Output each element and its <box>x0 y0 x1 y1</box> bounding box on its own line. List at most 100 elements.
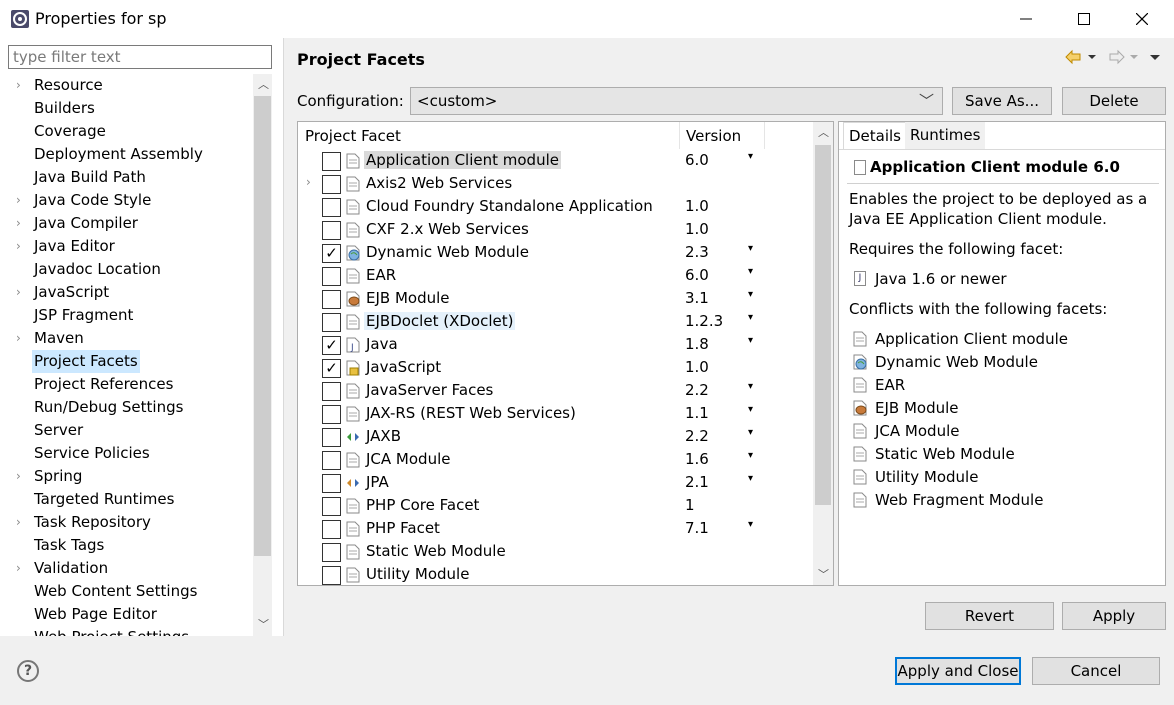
facet-checkbox[interactable] <box>322 451 341 470</box>
facet-row[interactable]: JAX-RS (REST Web Services) 1.1 ▾ <box>298 402 813 425</box>
chevron-right-icon[interactable]: › <box>16 557 26 580</box>
facet-row[interactable]: Application Client module 6.0 ▾ <box>298 149 813 172</box>
tree-item[interactable]: Targeted Runtimes <box>8 488 253 511</box>
version-dropdown-icon[interactable]: ▾ <box>748 473 753 484</box>
chevron-right-icon[interactable]: › <box>16 511 26 534</box>
facet-row[interactable]: Cloud Foundry Standalone Application 1.0 <box>298 195 813 218</box>
facet-checkbox[interactable] <box>322 474 341 493</box>
delete-button[interactable]: Delete <box>1062 87 1166 115</box>
facet-row[interactable]: ✓ Dynamic Web Module 2.3 ▾ <box>298 241 813 264</box>
facet-row[interactable]: CXF 2.x Web Services 1.0 <box>298 218 813 241</box>
tab-runtimes[interactable]: Runtimes <box>905 122 986 149</box>
facet-version[interactable]: 2.2 <box>685 381 709 399</box>
facet-row[interactable]: EJB Module 3.1 ▾ <box>298 287 813 310</box>
version-dropdown-icon[interactable]: ▾ <box>748 404 753 415</box>
tree-item[interactable]: Java Build Path <box>8 166 253 189</box>
chevron-right-icon[interactable]: › <box>16 465 26 488</box>
tree-item[interactable]: Builders <box>8 97 253 120</box>
facet-checkbox[interactable] <box>322 520 341 539</box>
tree-item[interactable]: › Resource <box>8 74 253 97</box>
facet-version[interactable]: 2.3 <box>685 243 709 261</box>
facet-version[interactable]: 1.6 <box>685 450 709 468</box>
facet-row[interactable]: ✓ JavaScript 1.0 <box>298 356 813 379</box>
facet-row[interactable]: PHP Core Facet 1 <box>298 494 813 517</box>
save-as-button[interactable]: Save As... <box>952 87 1052 115</box>
facet-checkbox[interactable] <box>322 198 341 217</box>
facet-version[interactable]: 1.1 <box>685 404 709 422</box>
facet-row[interactable]: Static Web Module <box>298 540 813 563</box>
facet-row[interactable]: JPA 2.1 ▾ <box>298 471 813 494</box>
facet-checkbox[interactable] <box>322 382 341 401</box>
forward-arrow-icon[interactable] <box>1109 49 1125 65</box>
help-icon[interactable]: ? <box>17 660 39 682</box>
facet-checkbox-checked[interactable]: ✓ <box>322 359 341 378</box>
scroll-down-icon[interactable]: ﹀ <box>818 566 829 582</box>
facet-version[interactable]: 1.8 <box>685 335 709 353</box>
facet-row[interactable]: ✓ J Java 1.8 ▾ <box>298 333 813 356</box>
facet-version[interactable]: 3.1 <box>685 289 709 307</box>
scroll-up-icon[interactable]: ︿ <box>258 76 269 92</box>
tree-scroll-thumb[interactable] <box>254 96 271 556</box>
facet-row[interactable]: Utility Module <box>298 563 813 585</box>
apply-and-close-button[interactable]: Apply and Close <box>895 657 1021 685</box>
close-button[interactable] <box>1113 0 1171 38</box>
facet-version[interactable]: 1.2.3 <box>685 312 723 330</box>
tree-item[interactable]: JSP Fragment <box>8 304 253 327</box>
version-dropdown-icon[interactable]: ▾ <box>748 335 753 346</box>
facet-checkbox[interactable] <box>322 221 341 240</box>
facet-version[interactable]: 2.2 <box>685 427 709 445</box>
tree-item[interactable]: Web Content Settings <box>8 580 253 603</box>
facet-row[interactable]: JCA Module 1.6 ▾ <box>298 448 813 471</box>
version-dropdown-icon[interactable]: ▾ <box>748 243 753 254</box>
facet-row[interactable]: EJBDoclet (XDoclet) 1.2.3 ▾ <box>298 310 813 333</box>
tree-item[interactable]: Task Tags <box>8 534 253 557</box>
facet-checkbox[interactable] <box>322 313 341 332</box>
chevron-right-icon[interactable]: › <box>16 189 26 212</box>
scroll-down-icon[interactable]: ﹀ <box>258 616 269 632</box>
facet-row[interactable]: EAR 6.0 ▾ <box>298 264 813 287</box>
tree-item[interactable]: Deployment Assembly <box>8 143 253 166</box>
facet-checkbox[interactable] <box>322 566 341 585</box>
tree-item[interactable]: › Java Editor <box>8 235 253 258</box>
filter-input[interactable] <box>8 45 272 69</box>
tree-item[interactable]: Project References <box>8 373 253 396</box>
facet-row[interactable]: JavaServer Faces 2.2 ▾ <box>298 379 813 402</box>
tree-item[interactable]: › Spring <box>8 465 253 488</box>
facet-checkbox[interactable] <box>322 175 341 194</box>
column-header-version[interactable]: Version <box>686 127 741 145</box>
minimize-button[interactable] <box>997 0 1055 38</box>
chevron-right-icon[interactable]: › <box>16 74 26 97</box>
chevron-right-icon[interactable]: › <box>306 175 311 189</box>
tree-item[interactable]: Run/Debug Settings <box>8 396 253 419</box>
facet-checkbox-checked[interactable]: ✓ <box>322 244 341 263</box>
chevron-right-icon[interactable]: › <box>16 327 26 350</box>
version-dropdown-icon[interactable]: ▾ <box>748 151 753 162</box>
back-arrow-icon[interactable] <box>1065 49 1081 65</box>
apply-button[interactable]: Apply <box>1062 602 1166 630</box>
cancel-button[interactable]: Cancel <box>1032 657 1160 685</box>
tree-item[interactable]: Web Page Editor <box>8 603 253 626</box>
tree-item[interactable]: › Java Compiler <box>8 212 253 235</box>
tree-item[interactable]: Coverage <box>8 120 253 143</box>
facet-version[interactable]: 2.1 <box>685 473 709 491</box>
facet-checkbox-checked[interactable]: ✓ <box>322 336 341 355</box>
configuration-select[interactable]: <custom> ﹀ <box>410 87 943 115</box>
facet-checkbox[interactable] <box>322 267 341 286</box>
view-menu-icon[interactable] <box>1150 55 1160 60</box>
revert-button[interactable]: Revert <box>925 602 1054 630</box>
facet-checkbox[interactable] <box>322 543 341 562</box>
facet-row[interactable]: JAXB 2.2 ▾ <box>298 425 813 448</box>
version-dropdown-icon[interactable]: ▾ <box>748 450 753 461</box>
scroll-up-icon[interactable]: ︿ <box>818 124 829 140</box>
chevron-right-icon[interactable]: › <box>16 212 26 235</box>
version-dropdown-icon[interactable]: ▾ <box>748 266 753 277</box>
version-dropdown-icon[interactable]: ▾ <box>748 427 753 438</box>
facet-version[interactable]: 6.0 <box>685 266 709 284</box>
facet-version[interactable]: 7.1 <box>685 519 709 537</box>
facet-checkbox[interactable] <box>322 428 341 447</box>
facets-scroll-thumb[interactable] <box>815 145 831 505</box>
facet-row[interactable]: › Axis2 Web Services <box>298 172 813 195</box>
facet-checkbox[interactable] <box>322 497 341 516</box>
version-dropdown-icon[interactable]: ▾ <box>748 381 753 392</box>
facet-row[interactable]: PHP Facet 7.1 ▾ <box>298 517 813 540</box>
